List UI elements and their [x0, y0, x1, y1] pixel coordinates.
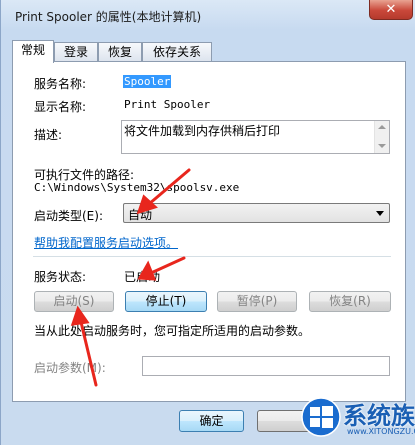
service-status-value: 已启动 [124, 270, 161, 284]
startup-type-select[interactable]: 自动 [123, 203, 390, 223]
display-name-label: 显示名称: [34, 100, 87, 114]
startup-type-value: 自动 [128, 208, 153, 222]
description-label: 描述: [34, 128, 63, 142]
title-bar[interactable]: Print Spooler 的属性(本地计算机) ✕ [1, 0, 415, 30]
help-configure-link[interactable]: 帮助我配置服务启动选项。 [34, 234, 178, 251]
exe-path-value: C:\Windows\System32\spoolsv.exe [34, 181, 240, 194]
divider [33, 256, 391, 257]
description-scrollbar[interactable] [374, 121, 389, 153]
service-name-value-wrap: Spooler [123, 75, 172, 88]
resume-button[interactable]: 恢复(R) [309, 291, 391, 312]
scroll-up-icon[interactable] [378, 125, 386, 129]
start-params-input[interactable] [142, 356, 390, 376]
description-textbox[interactable]: 将文件加载到内存供稍后打印 [121, 120, 390, 154]
tab-dependencies[interactable]: 依存关系 [142, 42, 212, 61]
start-params-label: 启动参数(M): [34, 361, 106, 375]
tab-general[interactable]: 常规 [12, 40, 54, 63]
service-name-value[interactable]: Spooler [123, 75, 172, 88]
watermark-url: www.XITONGZU.COM [347, 427, 415, 436]
description-value: 将文件加载到内存供稍后打印 [124, 124, 281, 138]
tab-logon[interactable]: 登录 [54, 42, 98, 61]
windows-logo-icon [301, 397, 341, 437]
start-button[interactable]: 启动(S) [34, 291, 114, 312]
window-title: Print Spooler 的属性(本地计算机) [15, 10, 202, 24]
startup-type-label: 启动类型(E): [34, 209, 103, 223]
ok-button[interactable]: 确定 [179, 410, 244, 432]
watermark-text: 系统族 [343, 402, 415, 430]
display-name-value: Print Spooler [124, 98, 211, 111]
service-name-label: 服务名称: [34, 77, 87, 91]
service-status-label: 服务状态: [34, 270, 87, 284]
stop-button[interactable]: 停止(T) [125, 291, 207, 312]
scroll-down-icon[interactable] [378, 144, 386, 148]
close-button[interactable]: ✕ [369, 0, 413, 20]
start-params-hint: 当从此处启动服务时，您可指定所适用的启动参数。 [34, 324, 311, 338]
chevron-down-icon [376, 211, 384, 216]
tab-recovery[interactable]: 恢复 [98, 42, 142, 61]
pause-button[interactable]: 暂停(P) [217, 291, 297, 312]
watermark: 系统族 www.XITONGZU.COM [301, 395, 415, 445]
properties-window: Print Spooler 的属性(本地计算机) ✕ 常规 登录 恢复 依存关系… [0, 0, 415, 445]
